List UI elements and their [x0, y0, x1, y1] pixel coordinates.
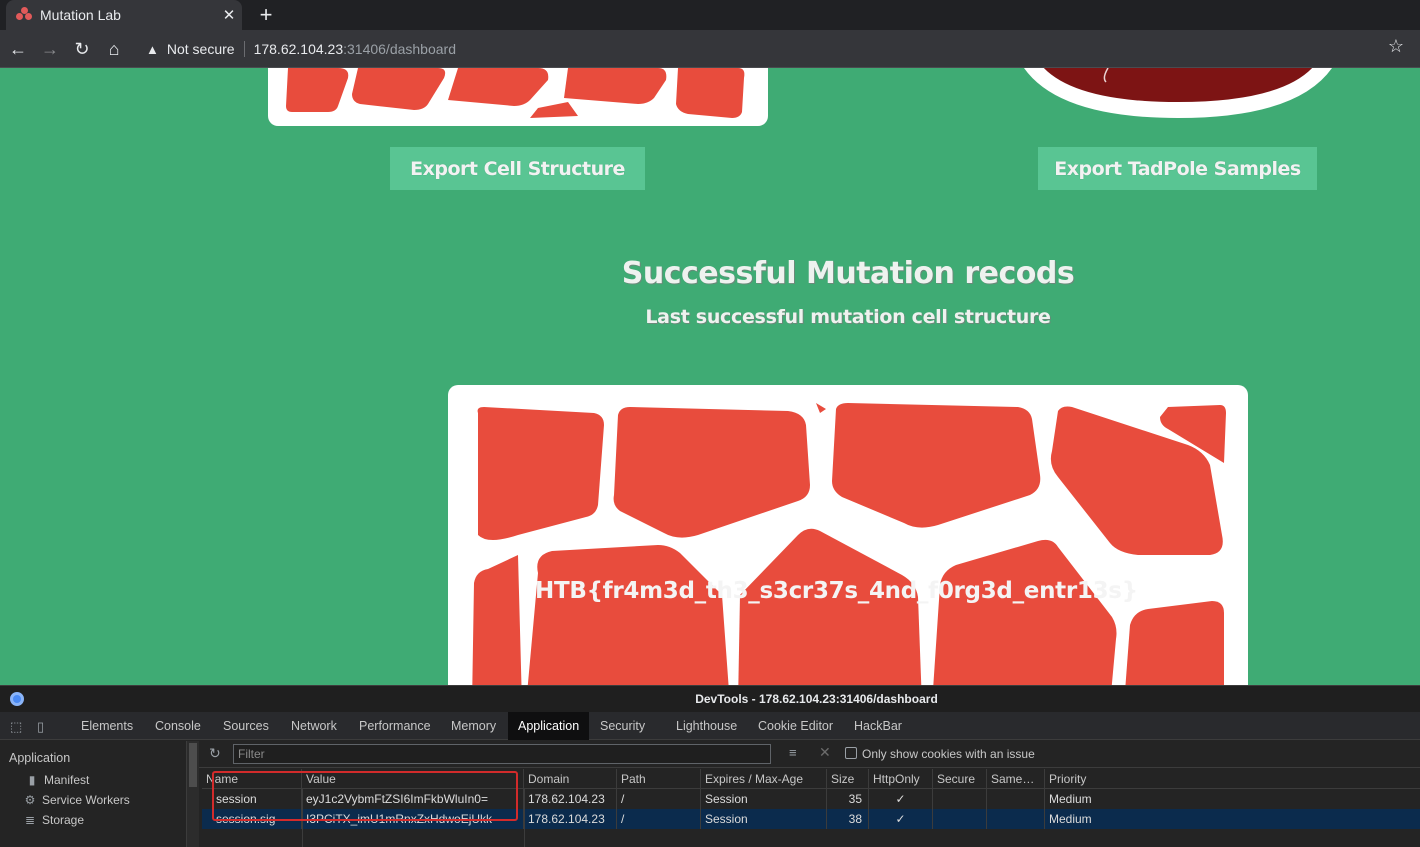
inspect-element-icon[interactable]: ⬚ [10, 719, 22, 735]
cookie-secure [933, 789, 987, 809]
cookie-secure [933, 809, 987, 829]
back-icon[interactable]: ← [7, 38, 29, 60]
column-header-samesite[interactable]: Same… [987, 769, 1045, 789]
tab-close-icon[interactable]: ✕ [216, 6, 242, 24]
cookie-priority: Medium [1049, 792, 1092, 806]
flag-text: HTB{fr4m3d_th3_s3cr37s_4nd_f0rg3d_entr13… [535, 578, 1138, 604]
device-toolbar-icon[interactable]: ▯ [37, 719, 44, 735]
sidebar-scrollbar[interactable] [187, 741, 199, 847]
cookie-size: 35 [827, 789, 869, 809]
sidebar-item-label: Storage [42, 813, 85, 827]
only-issues-label: Only show cookies with an issue [862, 747, 1035, 761]
cookie-domain: 178.62.104.23 [524, 789, 617, 809]
browser-tab[interactable]: Mutation Lab ✕ [6, 0, 242, 30]
warning-icon[interactable]: ▲ [146, 42, 159, 57]
tab-network[interactable]: Network [281, 712, 347, 740]
browser-toolbar: ← → ↻ ⌂ ▲ Not secure 178.62.104.23:31406… [0, 30, 1420, 68]
page-content: Export Cell Structure Export TadPole Sam… [0, 68, 1420, 685]
column-divider [524, 789, 525, 847]
clear-filtered-cookies-icon[interactable]: ≡ [789, 745, 797, 760]
application-sidebar: Application ▮ Manifest ⚙ Service Workers ≣… [0, 741, 187, 847]
mutation-cell-image [472, 403, 1226, 685]
column-header-secure[interactable]: Secure [933, 769, 987, 789]
new-tab-button[interactable]: + [255, 2, 277, 28]
export-cell-structure-button[interactable]: Export Cell Structure [390, 147, 645, 190]
tab-title: Mutation Lab [40, 7, 121, 23]
cookie-expires: Session [701, 789, 827, 809]
sidebar-item-label: Manifest [44, 773, 90, 787]
export-tadpole-samples-button[interactable]: Export TadPole Samples [1038, 147, 1317, 190]
cookie-httponly: ✓ [869, 789, 933, 809]
tab-cookie-editor[interactable]: Cookie Editor [748, 712, 843, 740]
red-highlight-box [212, 771, 518, 821]
sidebar-heading: Application [9, 751, 71, 765]
cookie-path: / [617, 789, 701, 809]
tab-security[interactable]: Security [590, 712, 655, 740]
tab-performance[interactable]: Performance [349, 712, 441, 740]
file-icon: ▮ [28, 773, 36, 787]
cookie-samesite [987, 809, 1045, 829]
cell-structure-image [286, 68, 745, 118]
column-header-priority[interactable]: Priority [1045, 769, 1420, 789]
database-icon: ≣ [24, 813, 36, 827]
favicon-icon [16, 7, 32, 23]
column-header-httponly[interactable]: HttpOnly [869, 769, 933, 789]
records-subtitle: Last successful mutation cell structure [645, 306, 1051, 328]
records-title: Successful Mutation recods [621, 256, 1075, 291]
devtools-title: DevTools - 178.62.104.23:31406/dashboard [695, 692, 938, 706]
delete-selected-icon[interactable]: ✕ [819, 744, 831, 761]
sidebar-item-service-workers[interactable]: ⚙ Service Workers [24, 793, 130, 807]
bookmark-star-icon[interactable]: ☆ [1388, 36, 1404, 57]
tab-application[interactable]: Application [508, 712, 590, 740]
tadpole-sample-image [1024, 68, 1332, 118]
browser-tab-strip: Mutation Lab ✕ + [0, 0, 1420, 30]
tab-memory[interactable]: Memory [441, 712, 506, 740]
tab-console[interactable]: Console [145, 712, 211, 740]
devtools-titlebar: DevTools - 178.62.104.23:31406/dashboard [0, 686, 1420, 712]
sidebar-item-manifest[interactable]: ▮ Manifest [26, 773, 90, 787]
url-separator [243, 41, 245, 57]
cookie-domain: 178.62.104.23 [524, 809, 617, 829]
cookie-priority: Medium [1049, 812, 1092, 826]
gear-icon: ⚙ [24, 793, 36, 807]
url-path: :31406/dashboard [343, 41, 456, 57]
not-secure-label[interactable]: Not secure [167, 41, 235, 57]
mutation-cell-card [448, 385, 1248, 685]
tab-elements[interactable]: Elements [71, 712, 143, 740]
cookie-samesite [987, 789, 1045, 809]
devtools-panel: DevTools - 178.62.104.23:31406/dashboard… [0, 685, 1420, 847]
column-header-domain[interactable]: Domain [524, 769, 617, 789]
tab-hackbar[interactable]: HackBar [844, 712, 912, 740]
cookies-pane: ↻ ≡ ✕ Only show cookies with an issue Na… [199, 741, 1420, 847]
sidebar-item-storage[interactable]: ≣ Storage [24, 813, 84, 827]
sidebar-item-label: Service Workers [42, 793, 130, 807]
cookie-expires: Session [701, 809, 827, 829]
cookie-size: 38 [827, 809, 869, 829]
cookie-path: / [617, 809, 701, 829]
column-header-size[interactable]: Size [827, 769, 869, 789]
tab-sources[interactable]: Sources [213, 712, 279, 740]
tab-lighthouse[interactable]: Lighthouse [666, 712, 747, 740]
home-icon[interactable]: ⌂ [103, 38, 125, 60]
cookie-httponly: ✓ [869, 809, 933, 829]
forward-icon[interactable]: → [39, 38, 61, 60]
address-bar[interactable]: ▲ Not secure 178.62.104.23:31406/dashboa… [138, 34, 1412, 64]
column-header-path[interactable]: Path [617, 769, 701, 789]
cell-structure-card-top [268, 68, 768, 126]
refresh-icon[interactable]: ↻ [209, 745, 221, 762]
cookie-table: Name Value Domain Path Expires / Max-Age… [202, 769, 1420, 847]
reload-icon[interactable]: ↻ [71, 38, 93, 60]
url-host: 178.62.104.23 [253, 41, 344, 57]
column-header-expires[interactable]: Expires / Max-Age [701, 769, 827, 789]
only-issues-checkbox[interactable] [845, 747, 857, 759]
cookie-filter-toolbar: ↻ ≡ ✕ Only show cookies with an issue [199, 741, 1420, 768]
cookie-filter-input[interactable] [233, 744, 771, 764]
devtools-tab-strip: ⬚ ▯ Elements Console Sources Network Per… [0, 712, 1420, 740]
